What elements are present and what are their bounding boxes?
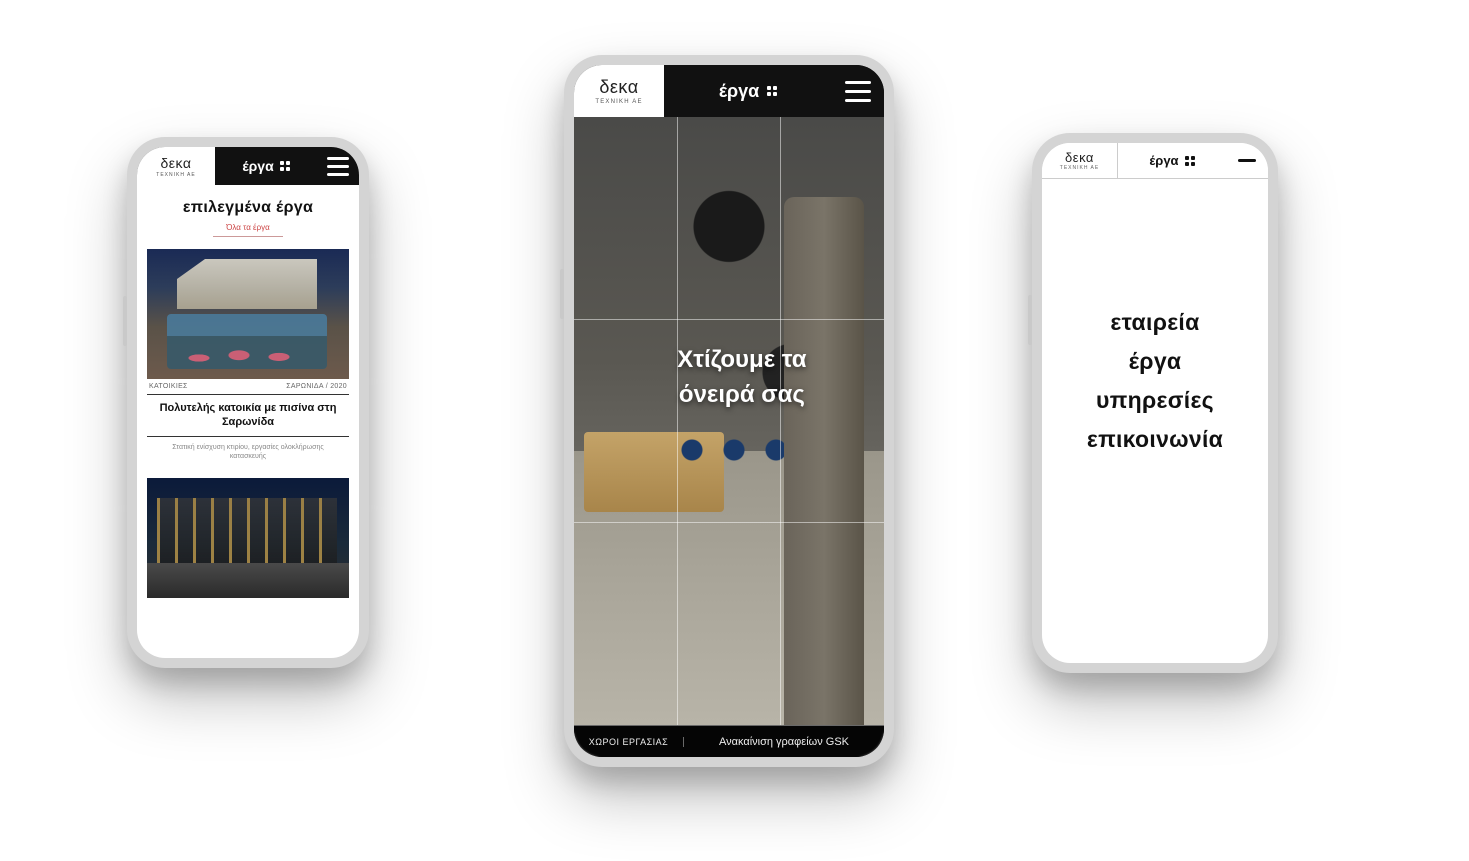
minus-icon bbox=[1238, 159, 1256, 162]
hero-pillar bbox=[784, 197, 864, 725]
brand-logo[interactable]: δεκα ΤΕΧΝΙΚΗ ΑΕ bbox=[574, 65, 664, 117]
screen-menu-open: δεκα ΤΕΧΝΙΚΗ ΑΕ έργα εταιρεία έργα υπηρε… bbox=[1042, 143, 1268, 663]
project-card-1[interactable]: ΚΑΤΟΙΚΙΕΣ ΣΑΡΩΝΙΔΑ / 2020 Πολυτελής κατο… bbox=[147, 249, 349, 462]
project-card-1-locationyear: ΣΑΡΩΝΙΔΑ / 2020 bbox=[286, 383, 347, 390]
project-card-2[interactable] bbox=[147, 478, 349, 598]
menu-item-company[interactable]: εταιρεία bbox=[1110, 309, 1199, 336]
menu-item-contact[interactable]: επικοινωνία bbox=[1087, 426, 1223, 453]
menu-item-services[interactable]: υπηρεσίες bbox=[1096, 387, 1214, 414]
brand-name: δεκα bbox=[1065, 150, 1094, 165]
brand-sub: ΤΕΧΝΙΚΗ ΑΕ bbox=[595, 99, 642, 105]
grid-icon bbox=[1185, 156, 1195, 166]
nav-projects-label[interactable]: έργα bbox=[664, 65, 832, 117]
hero-image[interactable]: Χτίζουμε τα όνειρά σας bbox=[574, 117, 884, 725]
hero-footer-bar: ΧΩΡΟΙ ΕΡΓΑΣΙΑΣ Ανακαίνιση γραφείων GSK bbox=[574, 725, 884, 757]
phone-mockup-hero: δεκα ΤΕΧΝΙΚΗ ΑΕ έργα Χτίζουμε τα όνειρά … bbox=[564, 55, 894, 767]
grid-icon bbox=[767, 86, 777, 96]
menu-button[interactable] bbox=[832, 65, 884, 117]
screen-hero: δεκα ΤΕΧΝΙΚΗ ΑΕ έργα Χτίζουμε τα όνειρά … bbox=[574, 65, 884, 757]
brand-logo[interactable]: δεκα ΤΕΧΝΙΚΗ ΑΕ bbox=[137, 147, 215, 185]
project-card-1-meta: ΚΑΤΟΙΚΙΕΣ ΣΑΡΩΝΙΔΑ / 2020 bbox=[147, 379, 349, 395]
project-card-1-category: ΚΑΤΟΙΚΙΕΣ bbox=[149, 383, 188, 390]
brand-name: δεκα bbox=[161, 155, 192, 171]
menu-item-projects[interactable]: έργα bbox=[1129, 348, 1182, 375]
nav-label-text: έργα bbox=[719, 81, 759, 102]
project-card-2-image bbox=[147, 478, 349, 598]
hero-chairs bbox=[674, 430, 794, 470]
header-bar: δεκα ΤΕΧΝΙΚΗ ΑΕ έργα bbox=[574, 65, 884, 117]
phone-mockup-projects-list: δεκα ΤΕΧΝΙΚΗ ΑΕ έργα επιλεγμένα έργα Όλα… bbox=[127, 137, 369, 668]
nav-projects-label[interactable]: έργα bbox=[1118, 143, 1226, 178]
screen-projects-list: δεκα ΤΕΧΝΙΚΗ ΑΕ έργα επιλεγμένα έργα Όλα… bbox=[137, 147, 359, 658]
main-menu: εταιρεία έργα υπηρεσίες επικοινωνία bbox=[1042, 179, 1268, 663]
hero-footer-category[interactable]: ΧΩΡΟΙ ΕΡΓΑΣΙΑΣ bbox=[574, 737, 684, 747]
hero-slogan: Χτίζουμε τα όνειρά σας bbox=[677, 344, 806, 414]
phone-mockup-menu-open: δεκα ΤΕΧΝΙΚΗ ΑΕ έργα εταιρεία έργα υπηρε… bbox=[1032, 133, 1278, 673]
project-card-1-title: Πολυτελής κατοικία με πισίνα στη Σαρωνίδ… bbox=[147, 395, 349, 437]
project-card-1-image bbox=[147, 249, 349, 379]
hero-footer-project[interactable]: Ανακαίνιση γραφείων GSK bbox=[684, 736, 884, 748]
page-title: επιλεγμένα έργα bbox=[147, 199, 349, 217]
project-card-1-desc: Στατική ενίσχυση κτιρίου, εργασίες ολοκλ… bbox=[147, 437, 349, 463]
header-bar: δεκα ΤΕΧΝΙΚΗ ΑΕ έργα bbox=[137, 147, 359, 185]
menu-button[interactable] bbox=[317, 147, 359, 185]
header-bar: δεκα ΤΕΧΝΙΚΗ ΑΕ έργα bbox=[1042, 143, 1268, 179]
menu-close-button[interactable] bbox=[1226, 143, 1268, 178]
all-projects-link[interactable]: Όλα τα έργα bbox=[213, 223, 283, 237]
nav-label-text: έργα bbox=[242, 158, 273, 174]
brand-sub: ΤΕΧΝΙΚΗ ΑΕ bbox=[1060, 165, 1099, 171]
grid-icon bbox=[280, 161, 290, 171]
brand-logo[interactable]: δεκα ΤΕΧΝΙΚΗ ΑΕ bbox=[1042, 143, 1118, 178]
nav-label-text: έργα bbox=[1149, 153, 1178, 168]
brand-sub: ΤΕΧΝΙΚΗ ΑΕ bbox=[156, 172, 195, 178]
content-scroll[interactable]: επιλεγμένα έργα Όλα τα έργα ΚΑΤΟΙΚΙΕΣ ΣΑ… bbox=[137, 185, 359, 598]
nav-projects-label[interactable]: έργα bbox=[215, 147, 317, 185]
brand-name: δεκα bbox=[599, 77, 638, 98]
